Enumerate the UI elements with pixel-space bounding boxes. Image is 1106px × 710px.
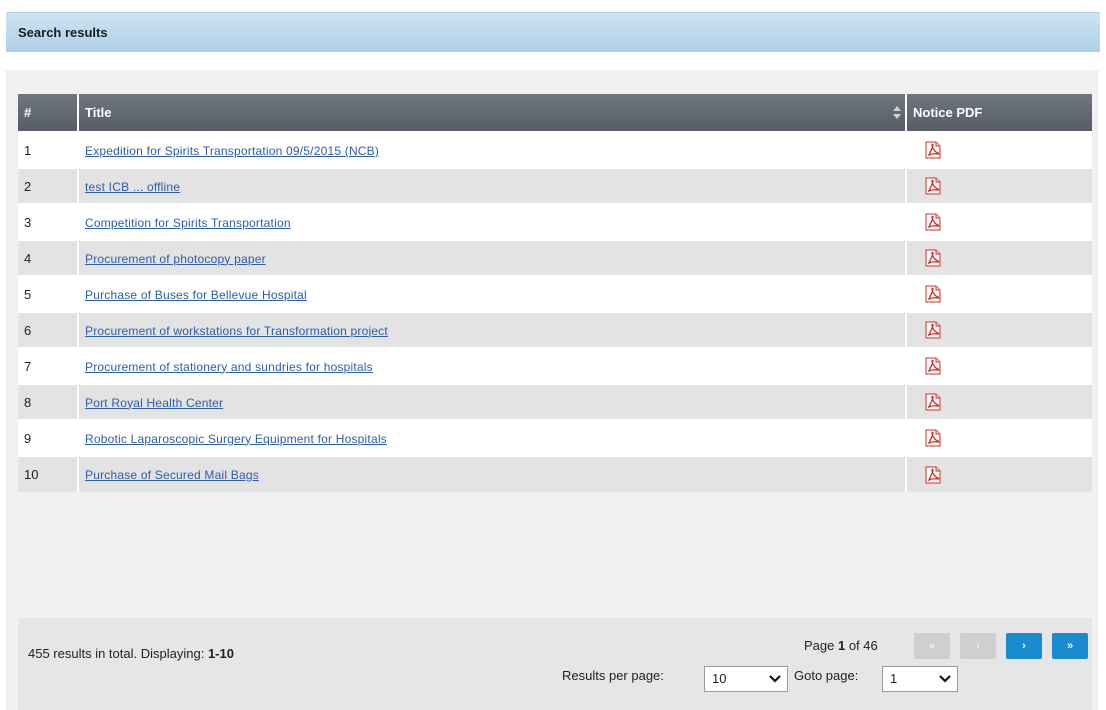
pdf-file-icon[interactable] (925, 429, 941, 447)
row-pdf-cell (906, 239, 1092, 276)
row-pdf-cell (906, 419, 1092, 456)
row-number: 4 (18, 239, 79, 276)
table-row: 2 test ICB ... offline (18, 167, 1092, 204)
results-total: 455 results in total. Displaying: 1-10 (28, 646, 234, 661)
row-title-link[interactable]: Robotic Laparoscopic Surgery Equipment f… (85, 432, 387, 446)
pdf-file-icon[interactable] (925, 177, 941, 195)
table-row: 10 Purchase of Secured Mail Bags (18, 455, 1092, 492)
pdf-file-icon[interactable] (925, 213, 941, 231)
table-row: 9 Robotic Laparoscopic Surgery Equipment … (18, 419, 1092, 456)
column-header-number: # (18, 94, 79, 132)
row-title-link[interactable]: Procurement of workstations for Transfor… (85, 324, 388, 338)
row-title-cell: Competition for Spirits Transportation (78, 203, 907, 240)
prev-page-button[interactable]: ‹ (960, 633, 996, 659)
row-title-link[interactable]: Purchase of Secured Mail Bags (85, 468, 259, 482)
results-per-page-select[interactable]: 10 (704, 666, 788, 692)
pdf-file-icon[interactable] (925, 393, 941, 411)
pdf-file-icon[interactable] (925, 357, 941, 375)
column-header-title[interactable]: Title (78, 94, 907, 132)
chevron-down-icon (939, 675, 951, 683)
row-pdf-cell (906, 383, 1092, 420)
pdf-file-icon[interactable] (925, 285, 941, 303)
pdf-file-icon[interactable] (925, 249, 941, 267)
sort-icon[interactable] (893, 106, 901, 120)
row-title-link[interactable]: Purchase of Buses for Bellevue Hospital (85, 288, 307, 302)
row-number: 10 (18, 455, 79, 492)
chevron-down-icon (769, 675, 781, 683)
results-header: Search results (6, 12, 1100, 52)
first-page-button[interactable]: « (914, 633, 950, 659)
row-title-link[interactable]: Competition for Spirits Transportation (85, 216, 291, 230)
results-total-text: 455 results in total. Displaying: (28, 646, 208, 661)
double-chevron-right-icon: » (1066, 640, 1074, 652)
table-row: 8 Port Royal Health Center (18, 383, 1092, 420)
row-title-link[interactable]: Procurement of stationery and sundries f… (85, 360, 373, 374)
row-title-cell: Purchase of Buses for Bellevue Hospital (78, 275, 907, 312)
row-title-cell: test ICB ... offline (78, 167, 907, 204)
row-number: 1 (18, 131, 79, 168)
row-title-link[interactable]: test ICB ... offline (85, 180, 180, 194)
table-row: 5 Purchase of Buses for Bellevue Hospital (18, 275, 1092, 312)
row-pdf-cell (906, 203, 1092, 240)
row-title-cell: Port Royal Health Center (78, 383, 907, 420)
row-title-cell: Procurement of stationery and sundries f… (78, 347, 907, 384)
row-number: 2 (18, 167, 79, 204)
results-range: 1-10 (207, 646, 234, 661)
table-row: 1 Expedition for Spirits Transportation 0… (18, 131, 1092, 168)
table-row: 6 Procurement of workstations for Transfo… (18, 311, 1092, 348)
chevron-left-icon: ‹ (976, 640, 980, 652)
pdf-file-icon[interactable] (925, 466, 941, 484)
double-chevron-left-icon: « (928, 640, 936, 652)
row-pdf-cell (906, 311, 1092, 348)
row-title-cell: Robotic Laparoscopic Surgery Equipment f… (78, 419, 907, 456)
results-per-page-label: Results per page: (562, 668, 664, 683)
row-number: 7 (18, 347, 79, 384)
table-row: 7 Procurement of stationery and sundries … (18, 347, 1092, 384)
goto-page-label: Goto page: (794, 668, 859, 683)
table-header-row: # Title Notice PDF (18, 94, 1092, 132)
results-table: # Title Notice PDF 1 Expedition for Spiri… (18, 94, 1092, 492)
pdf-file-icon[interactable] (925, 141, 941, 159)
results-per-page-value: 10 (712, 671, 727, 686)
pdf-file-icon[interactable] (925, 321, 941, 339)
page-title: Search results (18, 25, 108, 40)
row-title-link[interactable]: Expedition for Spirits Transportation 09… (85, 144, 379, 158)
last-page-button[interactable]: » (1052, 633, 1088, 659)
row-pdf-cell (906, 167, 1092, 204)
row-number: 5 (18, 275, 79, 312)
row-pdf-cell (906, 275, 1092, 312)
goto-page-value: 1 (890, 671, 898, 686)
column-header-title-label: Title (85, 105, 112, 120)
row-title-cell: Procurement of workstations for Transfor… (78, 311, 907, 348)
row-number: 6 (18, 311, 79, 348)
page-suffix: of 46 (845, 638, 878, 653)
row-pdf-cell (906, 347, 1092, 384)
row-number: 3 (18, 203, 79, 240)
next-page-button[interactable]: › (1006, 633, 1042, 659)
pagination-footer: 455 results in total. Displaying: 1-10 P… (18, 618, 1092, 710)
goto-page-select[interactable]: 1 (882, 666, 958, 692)
chevron-right-icon: › (1022, 640, 1026, 652)
row-title-link[interactable]: Port Royal Health Center (85, 396, 223, 410)
table-row: 3 Competition for Spirits Transportation (18, 203, 1092, 240)
row-title-link[interactable]: Procurement of photocopy paper (85, 252, 266, 266)
page-prefix: Page (804, 638, 838, 653)
row-number: 8 (18, 383, 79, 420)
table-row: 4 Procurement of photocopy paper (18, 239, 1092, 276)
row-title-cell: Expedition for Spirits Transportation 09… (78, 131, 907, 168)
row-title-cell: Procurement of photocopy paper (78, 239, 907, 276)
row-pdf-cell (906, 131, 1092, 168)
row-title-cell: Purchase of Secured Mail Bags (78, 455, 907, 492)
page-indicator: Page 1 of 46 (804, 638, 878, 653)
row-pdf-cell (906, 455, 1092, 492)
column-header-notice-pdf: Notice PDF (906, 94, 1092, 132)
row-number: 9 (18, 419, 79, 456)
